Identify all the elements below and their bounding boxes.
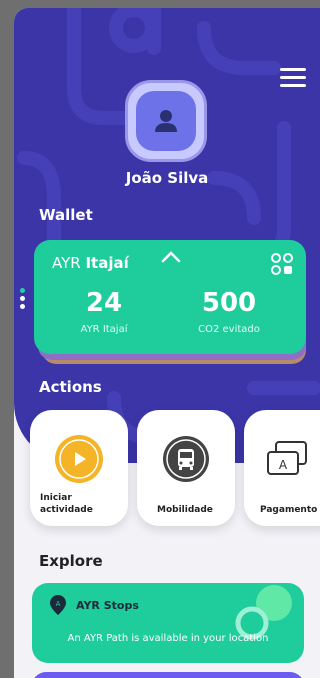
stops-title: AYR Stops — [76, 599, 139, 612]
grid-icon[interactable] — [270, 252, 294, 276]
app-screen: João Silva Wallet Actions AYR Itajaí 24 … — [14, 8, 320, 678]
avatar[interactable] — [125, 80, 207, 162]
action-start-activity[interactable]: Iniciar actividade — [30, 410, 128, 526]
stops-description: An AYR Path is available in your locatio… — [67, 633, 269, 644]
payment-cards-icon: A — [267, 441, 307, 475]
profile-header: João Silva Wallet Actions — [14, 8, 320, 463]
pager-dots[interactable] — [20, 288, 26, 312]
user-name: João Silva — [125, 169, 209, 187]
ayr-stops-card[interactable]: A AYR Stops An AYR Path is available in … — [32, 583, 304, 663]
action-payment[interactable]: A Pagamento — [244, 410, 320, 526]
action-mobility[interactable]: Mobilidade — [137, 410, 235, 526]
wallet-heading: Wallet — [39, 206, 93, 224]
tokens-label: AYR Itajaí — [80, 324, 128, 335]
explore-card-next[interactable] — [32, 672, 304, 678]
action-label: Iniciar actividade — [40, 493, 93, 515]
tokens-value: 24 — [85, 288, 123, 318]
menu-icon[interactable] — [280, 68, 306, 88]
wallet-card[interactable]: AYR Itajaí 24 AYR Itajaí 500 CO2 evitado — [34, 240, 306, 354]
co2-value: 500 — [201, 288, 257, 318]
svg-text:A: A — [279, 458, 288, 472]
action-label: Pagamento — [260, 505, 318, 515]
action-label: Mobilidade — [157, 505, 213, 515]
co2-label: CO2 evitado — [198, 324, 260, 335]
location-pin-icon: A — [50, 595, 66, 615]
user-icon — [155, 110, 177, 132]
actions-heading: Actions — [39, 378, 102, 396]
chevron-up-icon[interactable] — [160, 250, 182, 264]
explore-heading: Explore — [39, 552, 103, 570]
wallet-brand: AYR Itajaí — [52, 254, 129, 272]
play-icon — [55, 435, 103, 483]
svg-text:A: A — [56, 600, 61, 608]
bus-icon — [163, 436, 209, 482]
